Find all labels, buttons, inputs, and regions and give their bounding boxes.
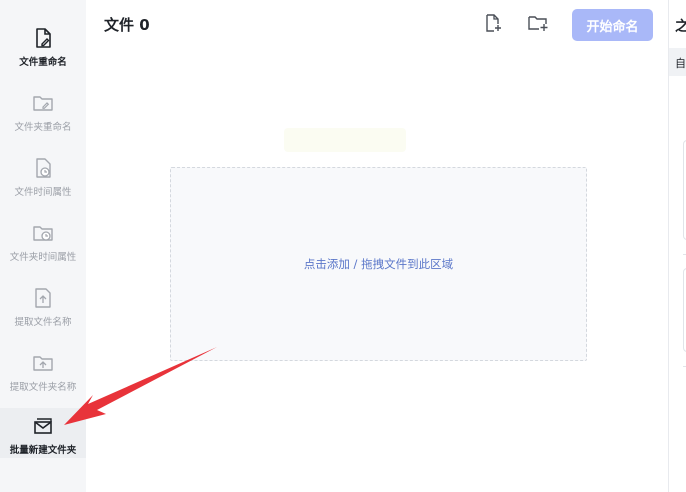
- sidebar-item-extract-file-names[interactable]: 提取文件名称: [0, 280, 86, 336]
- start-rename-button[interactable]: 开始命名: [572, 9, 653, 41]
- file-dropzone[interactable]: 点击添加 / 拖拽文件到此区域: [170, 167, 587, 361]
- add-file-icon: [483, 13, 503, 37]
- folder-edit-icon: [31, 91, 55, 115]
- add-file-button[interactable]: [482, 14, 504, 36]
- add-folder-icon: [527, 13, 549, 37]
- right-panel: 之 自: [668, 0, 686, 492]
- folder-new-icon: [31, 414, 55, 438]
- file-clock-icon: [31, 156, 55, 180]
- sidebar-item-label: 提取文件名称: [14, 317, 72, 328]
- sidebar: 文件重命名 文件夹重命名 文件时间属性 文件夹时间属性 提取文件名称 提取文件夹…: [0, 0, 86, 492]
- sidebar-item-label: 批量新建文件夹: [9, 445, 77, 456]
- main-panel: 文件 0 开始命名 点击添加 / 拖拽文件到此区域: [86, 0, 668, 492]
- add-folder-button[interactable]: [527, 14, 549, 36]
- app-window: 文件重命名 文件夹重命名 文件时间属性 文件夹时间属性 提取文件名称 提取文件夹…: [0, 0, 686, 492]
- folder-upload-icon: [31, 351, 55, 375]
- sidebar-item-folder-rename[interactable]: 文件夹重命名: [0, 85, 86, 141]
- dropzone-hint: 点击添加 / 拖拽文件到此区域: [303, 257, 454, 271]
- sidebar-item-label: 提取文件夹名称: [9, 382, 77, 393]
- sidebar-item-label: 文件重命名: [19, 57, 67, 68]
- sidebar-item-file-rename[interactable]: 文件重命名: [0, 20, 86, 76]
- file-edit-icon: [31, 26, 55, 50]
- sidebar-item-label: 文件夹时间属性: [9, 252, 77, 263]
- sidebar-item-batch-new-folder[interactable]: 批量新建文件夹: [0, 408, 86, 458]
- sidebar-item-label: 文件夹重命名: [14, 122, 72, 133]
- file-upload-icon: [31, 286, 55, 310]
- sidebar-item-folder-time[interactable]: 文件夹时间属性: [0, 215, 86, 271]
- page-title: 文件 0: [104, 16, 150, 34]
- sidebar-item-extract-folder-names[interactable]: 提取文件夹名称: [0, 345, 86, 401]
- tooltip-ghost: [284, 128, 406, 152]
- sidebar-item-file-time[interactable]: 文件时间属性: [0, 150, 86, 206]
- right-panel-option[interactable]: 自: [675, 55, 686, 71]
- sidebar-item-label: 文件时间属性: [14, 187, 72, 198]
- right-panel-title: 之: [675, 19, 686, 35]
- folder-clock-icon: [31, 221, 55, 245]
